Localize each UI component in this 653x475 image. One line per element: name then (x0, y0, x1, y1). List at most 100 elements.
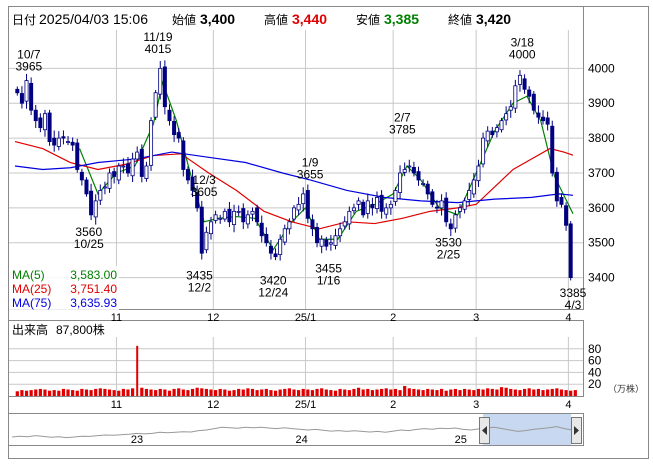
x-tick-label: 4 (565, 312, 571, 324)
y-tick-label: 3900 (588, 96, 615, 110)
volume-bar (71, 390, 75, 396)
candle-down (89, 190, 94, 216)
candle-up (458, 207, 463, 212)
volume-bar (458, 390, 462, 396)
y-tick-label: 3800 (588, 131, 615, 145)
candle-up (351, 207, 356, 212)
volume-bar (370, 390, 374, 396)
volume-bar (273, 390, 278, 396)
volume-bar (407, 388, 411, 396)
candle-up (213, 214, 218, 221)
ma5-value: 3,583.00 (70, 268, 117, 282)
volume-bar (172, 388, 176, 396)
candle-down (84, 179, 89, 195)
volume-bar (246, 388, 250, 396)
volume-bar (80, 388, 84, 396)
candle-down (52, 137, 57, 146)
candle-up (467, 190, 472, 200)
volume-bar (310, 390, 315, 396)
candle-up (144, 165, 149, 179)
volume-bar (181, 389, 185, 396)
volume-bar (98, 388, 102, 396)
overview-selection-range[interactable] (483, 414, 571, 445)
volume-bar (430, 389, 434, 396)
price-annotation-label: 1/16 (317, 273, 341, 287)
candle-down (264, 233, 269, 244)
candle-down (70, 141, 75, 146)
candle-down (47, 112, 52, 143)
x-tick-label: 25/1 (295, 399, 316, 411)
volume-bar (237, 388, 241, 396)
volume-bar (343, 389, 347, 396)
volume-bar (301, 388, 305, 396)
candle-down (139, 148, 144, 177)
volume-bar (403, 385, 407, 396)
candle-up (149, 120, 154, 166)
candle-down (112, 171, 117, 177)
volume-bar (375, 389, 379, 396)
candle-down (259, 222, 264, 237)
candle-up (204, 231, 209, 251)
candle-up (338, 228, 343, 237)
volume-bar (43, 389, 47, 396)
volume-bar (117, 390, 121, 396)
volume-bar (20, 390, 24, 396)
candle-up (93, 200, 98, 218)
candle-down (19, 93, 24, 104)
candle-down (545, 117, 550, 125)
candle-down (490, 130, 495, 136)
volume-bar (444, 390, 448, 396)
volume-bar (366, 388, 370, 396)
candle-up (135, 151, 140, 160)
overview-right-handle[interactable] (571, 417, 582, 444)
candle-up (66, 141, 71, 144)
volume-bar (476, 388, 481, 396)
volume-bar (34, 389, 38, 396)
volume-bar (522, 388, 527, 396)
overview-year-label: 25 (455, 434, 467, 446)
candle-down (448, 223, 453, 230)
candle-up (453, 214, 458, 229)
overview-left-handle[interactable] (479, 417, 490, 444)
volume-bar (435, 390, 439, 396)
ma25-label: MA(25) (12, 282, 51, 296)
candle-down (434, 206, 439, 209)
volume-bar (453, 388, 458, 396)
volume-bar (306, 389, 310, 396)
candle-up (421, 183, 426, 185)
candle-down (370, 203, 375, 209)
volume-bar (94, 388, 98, 396)
volume-bar (89, 390, 93, 396)
volume-bar (393, 388, 398, 396)
y-tick-label: 3700 (588, 166, 615, 180)
volume-bar (287, 388, 291, 396)
volume-bar (495, 389, 499, 396)
volume-bar (154, 390, 158, 396)
price-annotation-label: 3965 (15, 60, 42, 74)
x-tick-label: 3 (473, 312, 479, 324)
volume-bar (449, 389, 453, 396)
volume-bar (255, 390, 259, 396)
candle-up (333, 235, 338, 246)
volume-bar (329, 390, 333, 396)
candle-up (402, 169, 407, 173)
volume-bar (546, 389, 550, 396)
volume-bar (190, 388, 195, 396)
candle-up (476, 165, 481, 182)
volume-bar (112, 390, 116, 396)
candle-up (365, 200, 370, 214)
volume-bar (136, 345, 139, 396)
volume-bar (426, 388, 430, 396)
candle-up (439, 200, 444, 209)
y-tick-label: 4000 (588, 61, 615, 75)
candle-up (384, 207, 389, 215)
x-tick-label: 12 (207, 312, 219, 324)
candle-up (222, 210, 227, 220)
volume-bar (218, 388, 222, 396)
candle-up (342, 221, 347, 227)
ma25-value: 3,751.40 (70, 282, 117, 296)
price-panel-frame (8, 6, 584, 310)
overview-year-label: 23 (131, 434, 143, 446)
volume-bar (463, 388, 467, 396)
candle-down (61, 136, 66, 139)
